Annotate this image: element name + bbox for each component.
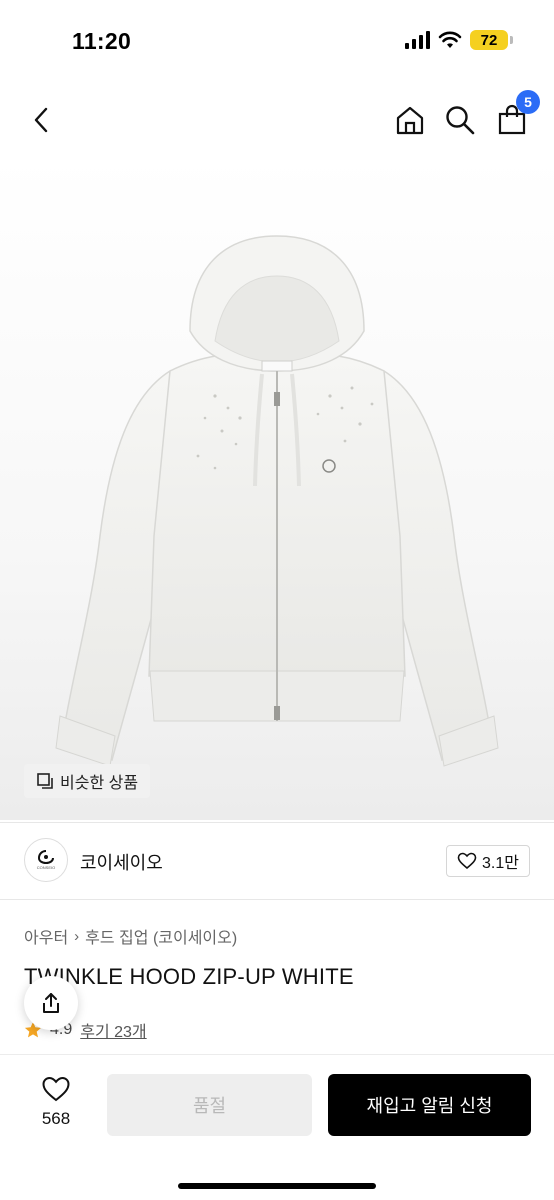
brand-logo-icon xyxy=(37,850,54,864)
cart-count-badge: 5 xyxy=(516,90,540,114)
top-nav: 5 xyxy=(0,90,554,150)
brand-logo[interactable]: CONSEIO xyxy=(24,838,68,882)
wifi-icon xyxy=(438,31,462,48)
share-icon xyxy=(43,993,59,1013)
brand-like-count: 3.1만 xyxy=(482,855,519,872)
battery-indicator: 72 xyxy=(470,30,513,50)
similar-products-label: 비슷한 상품 xyxy=(60,775,139,792)
similar-products-button[interactable]: 비슷한 상품 xyxy=(24,764,151,798)
brand-row: CONSEIO 코이세이오 3.1만 xyxy=(0,822,554,900)
back-button[interactable] xyxy=(24,102,58,138)
share-button[interactable] xyxy=(24,976,78,1030)
chevron-right-icon: › xyxy=(74,927,80,945)
home-icon xyxy=(396,106,424,135)
heart-icon xyxy=(457,852,477,870)
brand-name[interactable]: 코이세이오 xyxy=(80,849,163,875)
status-bar: 11:20 72 xyxy=(0,0,554,80)
brand-logo-text: CONSEIO xyxy=(36,865,56,870)
copy-icon xyxy=(37,773,53,789)
brand-like-button[interactable]: 3.1만 xyxy=(446,845,530,877)
wishlist-button[interactable]: 568 xyxy=(26,1075,86,1129)
heart-icon xyxy=(42,1076,70,1102)
chevron-left-icon xyxy=(34,107,48,133)
sold-out-button: 품절 xyxy=(107,1074,312,1136)
wishlist-count: 568 xyxy=(41,1109,71,1128)
signal-icon xyxy=(405,31,430,49)
review-count-link[interactable]: 후기 23개 xyxy=(80,1018,146,1042)
bottom-action-bar: 568 품절 재입고 알림 신청 xyxy=(0,1054,554,1200)
home-indicator xyxy=(178,1183,376,1189)
status-indicators: 72 xyxy=(405,30,513,50)
search-icon xyxy=(446,106,475,135)
search-button[interactable] xyxy=(442,102,478,138)
status-time: 11:20 xyxy=(72,28,132,54)
product-image[interactable]: 비슷한 상품 xyxy=(0,156,554,820)
product-title: TWINKLE HOOD ZIP-UP WHITE xyxy=(24,964,354,989)
hoodie-illustration xyxy=(55,235,499,767)
home-button[interactable] xyxy=(392,102,428,138)
breadcrumb-item[interactable]: 아우터 xyxy=(24,924,68,948)
restock-alert-button[interactable]: 재입고 알림 신청 xyxy=(328,1074,531,1136)
breadcrumb: 아우터 › 후드 집업 (코이세이오) xyxy=(24,924,237,948)
cart-button[interactable]: 5 xyxy=(494,90,540,138)
breadcrumb-item[interactable]: 후드 집업 (코이세이오) xyxy=(85,924,237,948)
